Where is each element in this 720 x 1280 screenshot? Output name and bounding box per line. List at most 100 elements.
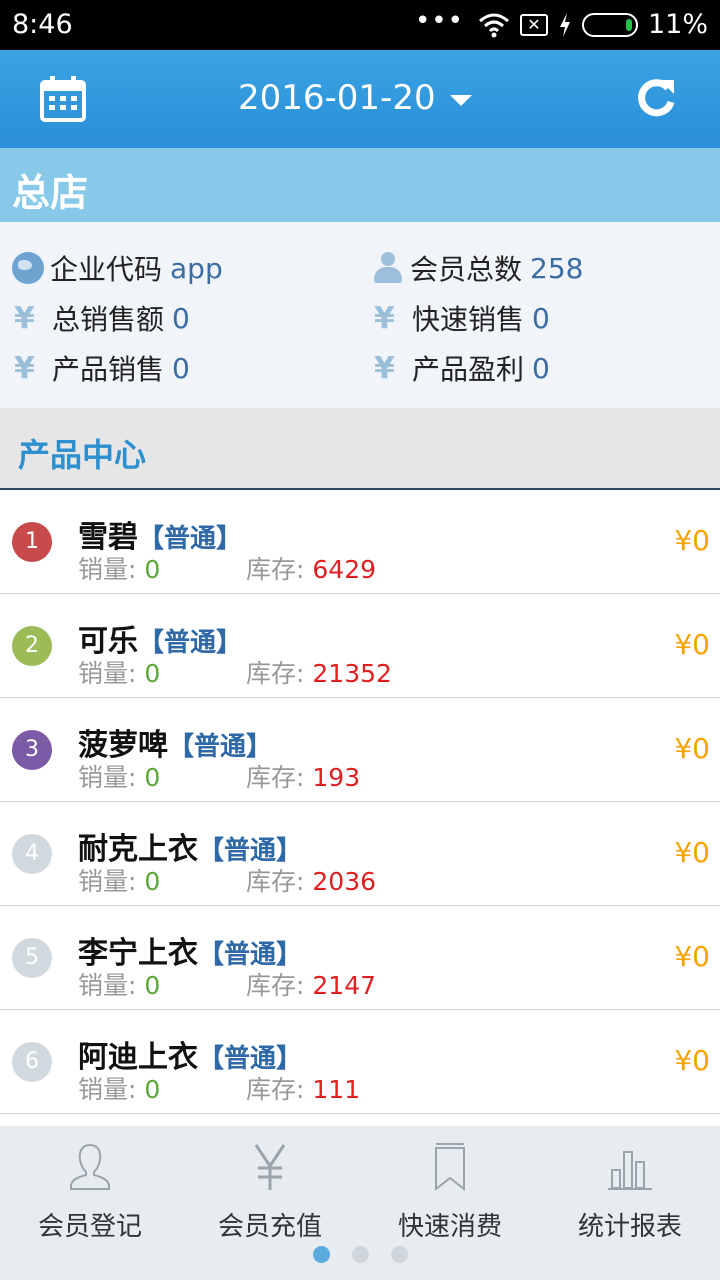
product-sales-label: 产品销售 bbox=[52, 353, 165, 386]
nav-label: 统计报表 bbox=[577, 1212, 682, 1242]
sold-label: 销量: bbox=[78, 1075, 137, 1104]
product-sales: ¥ 产品销售 0 bbox=[14, 348, 190, 388]
yen-icon bbox=[254, 1144, 286, 1190]
quick-sales-label: 快速销售 bbox=[412, 303, 525, 336]
yen-icon: ¥ bbox=[374, 300, 395, 336]
product-meta: 销量: 0 库存: 2036 bbox=[78, 862, 376, 898]
product-price: ¥0 bbox=[674, 628, 710, 661]
yen-icon: ¥ bbox=[374, 350, 395, 386]
quick-sales-value: 0 bbox=[532, 301, 550, 335]
person-icon bbox=[372, 252, 404, 284]
nav-label: 会员登记 bbox=[37, 1212, 142, 1242]
rank-badge: 1 bbox=[12, 522, 52, 562]
member-total-value: 258 bbox=[530, 251, 584, 285]
stock-value: 6429 bbox=[312, 555, 377, 584]
rank-badge: 5 bbox=[12, 938, 52, 978]
charging-icon bbox=[559, 12, 570, 37]
member-total-label: 会员总数 bbox=[410, 253, 523, 286]
sold-label: 销量: bbox=[78, 763, 137, 792]
stock-value: 193 bbox=[312, 763, 361, 792]
store-info-panel: 企业代码 app 会员总数 258 ¥ 总销售额 0 ¥ 快速销售 0 ¥ 产品… bbox=[0, 222, 720, 408]
bar-chart-icon bbox=[608, 1151, 652, 1190]
nav-member-recharge[interactable]: 会员充值 bbox=[180, 1142, 360, 1243]
product-meta: 销量: 0 库存: 6429 bbox=[78, 550, 376, 586]
product-row[interactable]: 2 可乐【普通】 销量: 0 库存: 21352 ¥0 bbox=[0, 594, 720, 698]
sold-value: 0 bbox=[144, 971, 161, 1000]
status-icons: ••• ✕ 11% bbox=[415, 6, 708, 41]
rank-badge: 3 bbox=[12, 730, 52, 770]
store-bar: 总店 bbox=[0, 148, 720, 222]
bookmark-icon bbox=[435, 1143, 465, 1192]
product-row[interactable]: 6 阿迪上衣【普通】 销量: 0 库存: 111 ¥0 bbox=[0, 1010, 720, 1114]
status-time: 8:46 bbox=[12, 9, 73, 40]
calendar-icon[interactable] bbox=[40, 76, 86, 122]
product-meta: 销量: 0 库存: 193 bbox=[78, 758, 360, 794]
date-selector[interactable]: 2016-01-20 bbox=[238, 78, 472, 118]
product-row[interactable]: 1 雪碧【普通】 销量: 0 库存: 6429 ¥0 bbox=[0, 490, 720, 594]
nav-quick-consume[interactable]: 快速消费 bbox=[360, 1142, 540, 1243]
product-profit: ¥ 产品盈利 0 bbox=[374, 348, 550, 388]
section-title: 产品中心 bbox=[18, 436, 147, 474]
total-sales-label: 总销售额 bbox=[52, 303, 165, 336]
total-sales: ¥ 总销售额 0 bbox=[14, 298, 190, 338]
refresh-icon[interactable] bbox=[634, 76, 678, 120]
page-dot[interactable] bbox=[351, 1246, 369, 1263]
yen-icon: ¥ bbox=[14, 300, 35, 336]
battery-icon bbox=[581, 12, 638, 37]
stock-value: 21352 bbox=[312, 659, 392, 688]
product-price: ¥0 bbox=[674, 940, 710, 973]
status-bar: 8:46 ••• ✕ 11% bbox=[0, 0, 720, 50]
sold-value: 0 bbox=[144, 763, 161, 792]
sold-value: 0 bbox=[144, 1075, 161, 1104]
total-sales-value: 0 bbox=[172, 301, 190, 335]
product-row[interactable]: 5 李宁上衣【普通】 销量: 0 库存: 2147 ¥0 bbox=[0, 906, 720, 1010]
page-indicator bbox=[0, 1246, 720, 1263]
product-row[interactable]: 4 耐克上衣【普通】 销量: 0 库存: 2036 ¥0 bbox=[0, 802, 720, 906]
stock-label: 库存: bbox=[246, 555, 305, 584]
top-header: 2016-01-20 bbox=[0, 50, 720, 148]
product-meta: 销量: 0 库存: 21352 bbox=[78, 654, 392, 690]
nav-statistics[interactable]: 统计报表 bbox=[540, 1142, 720, 1243]
sim-icon: ✕ bbox=[519, 13, 548, 36]
product-row[interactable]: 3 菠萝啤【普通】 销量: 0 库存: 193 ¥0 bbox=[0, 698, 720, 802]
stock-value: 2147 bbox=[312, 971, 377, 1000]
rank-badge: 4 bbox=[12, 834, 52, 874]
wifi-icon bbox=[479, 13, 509, 37]
product-sales-value: 0 bbox=[172, 351, 190, 385]
date-label: 2016-01-20 bbox=[238, 78, 436, 118]
page-dot-active[interactable] bbox=[312, 1246, 330, 1263]
nav-label: 快速消费 bbox=[397, 1212, 502, 1242]
stock-label: 库存: bbox=[246, 659, 305, 688]
product-profit-label: 产品盈利 bbox=[412, 353, 525, 386]
stock-value: 2036 bbox=[312, 867, 377, 896]
nav-member-register[interactable]: 会员登记 bbox=[0, 1142, 180, 1243]
battery-percent: 11% bbox=[647, 9, 708, 40]
company-code: 企业代码 app bbox=[12, 248, 223, 288]
rank-badge: 6 bbox=[12, 1042, 52, 1082]
sold-value: 0 bbox=[144, 659, 161, 688]
stock-label: 库存: bbox=[246, 763, 305, 792]
product-price: ¥0 bbox=[674, 1044, 710, 1077]
page-dot[interactable] bbox=[390, 1246, 408, 1263]
globe-icon bbox=[12, 252, 44, 284]
stock-label: 库存: bbox=[246, 1075, 305, 1104]
product-profit-value: 0 bbox=[532, 351, 550, 385]
sold-value: 0 bbox=[144, 555, 161, 584]
product-list: 1 雪碧【普通】 销量: 0 库存: 6429 ¥0 2 可乐【普通】 销量: … bbox=[0, 490, 720, 1114]
store-name: 总店 bbox=[12, 171, 89, 215]
product-price: ¥0 bbox=[674, 732, 710, 765]
person-outline-icon bbox=[70, 1143, 110, 1190]
chevron-down-icon bbox=[449, 94, 472, 106]
sold-value: 0 bbox=[144, 867, 161, 896]
yen-icon: ¥ bbox=[14, 350, 35, 386]
nav-label: 会员充值 bbox=[217, 1212, 322, 1242]
sold-label: 销量: bbox=[78, 971, 137, 1000]
sold-label: 销量: bbox=[78, 659, 137, 688]
company-code-value: app bbox=[170, 251, 223, 285]
member-total: 会员总数 258 bbox=[372, 248, 583, 288]
sold-label: 销量: bbox=[78, 867, 137, 896]
product-price: ¥0 bbox=[674, 524, 710, 557]
product-meta: 销量: 0 库存: 111 bbox=[78, 1070, 360, 1106]
bottom-nav: 会员登记 会员充值 快速消费 统计报表 bbox=[0, 1126, 720, 1280]
stock-label: 库存: bbox=[246, 867, 305, 896]
